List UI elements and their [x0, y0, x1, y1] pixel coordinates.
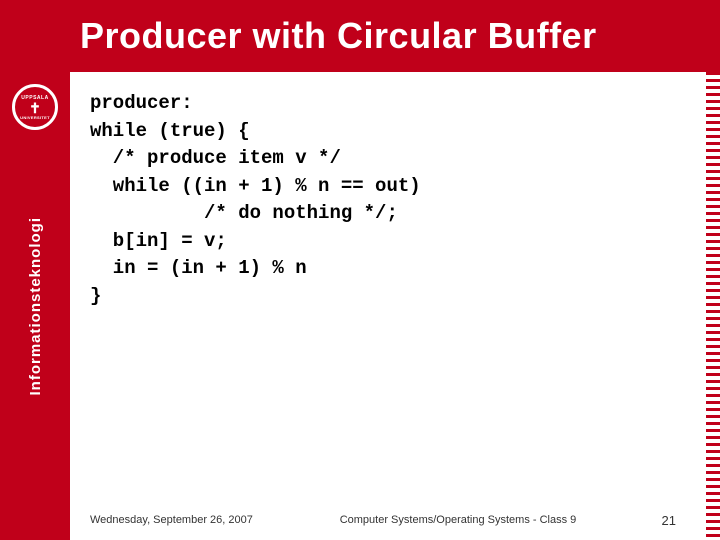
header-bar: Producer with Circular Buffer — [0, 0, 720, 72]
code-line-2: while (true) { — [90, 118, 686, 146]
footer-course: Computer Systems/Operating Systems - Cla… — [270, 514, 646, 526]
footer: Wednesday, September 26, 2007 Computer S… — [90, 500, 686, 540]
code-block: producer: while (true) { /* produce item… — [90, 90, 686, 500]
main-content: UPPSALA ✝ UNIVERSITET Informationsteknol… — [0, 72, 720, 540]
logo-cross: ✝ — [29, 101, 41, 115]
code-line-7: in = (in + 1) % n — [90, 255, 686, 283]
logo-bottom-text: UNIVERSITET — [20, 115, 50, 120]
dot-border — [706, 72, 720, 540]
code-line-4: while ((in + 1) % n == out) — [90, 173, 686, 201]
footer-date: Wednesday, September 26, 2007 — [90, 514, 270, 526]
sidebar-label: Informationsteknologi — [27, 217, 44, 396]
footer-page: 21 — [646, 513, 686, 528]
code-line-1: producer: — [90, 90, 686, 118]
code-line-8: } — [90, 283, 686, 311]
sidebar: UPPSALA ✝ UNIVERSITET Informationsteknol… — [0, 72, 70, 540]
code-area: producer: while (true) { /* produce item… — [70, 72, 706, 540]
code-line-6: b[in] = v; — [90, 228, 686, 256]
university-logo: UPPSALA ✝ UNIVERSITET — [12, 84, 58, 130]
slide-title: Producer with Circular Buffer — [80, 15, 597, 57]
code-line-5: /* do nothing */; — [90, 200, 686, 228]
code-line-3: /* produce item v */ — [90, 145, 686, 173]
logo-area: UPPSALA ✝ UNIVERSITET — [0, 72, 70, 142]
